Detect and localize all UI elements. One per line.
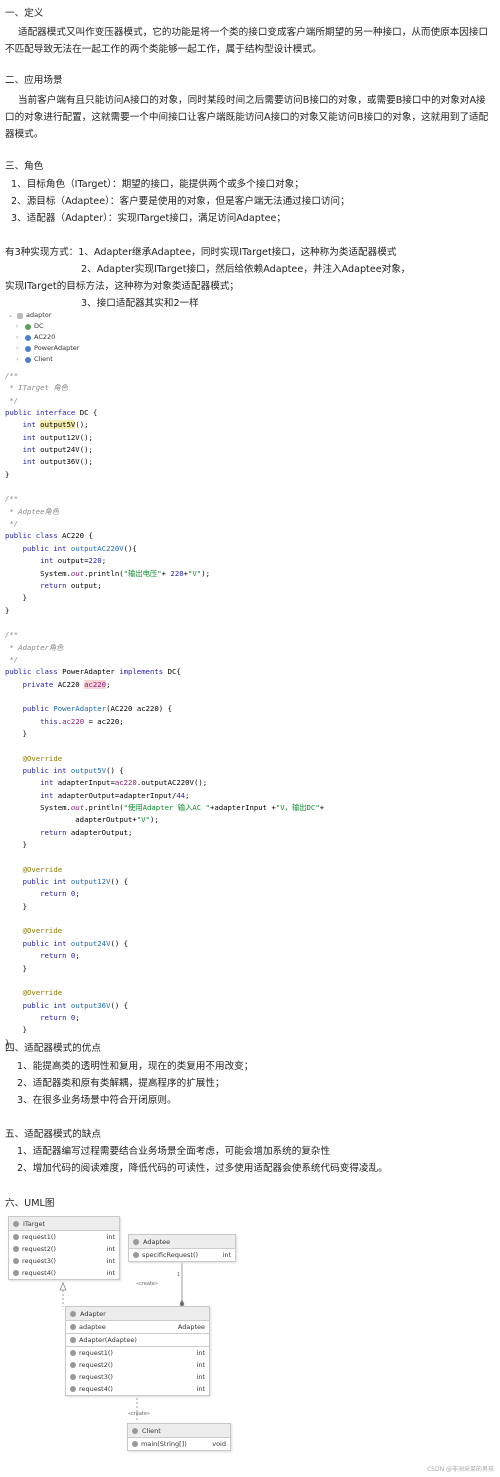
- uml-method: request3() int: [66, 1371, 209, 1383]
- section-1-heading: 一、定义: [5, 8, 44, 19]
- uml-method: request1() int: [9, 1231, 119, 1243]
- uml-method: main(String[]) void: [128, 1438, 230, 1450]
- tree-item-dc[interactable]: › DC: [8, 321, 79, 332]
- uml-class-adaptee[interactable]: Adaptee specificRequest() int: [128, 1234, 236, 1262]
- interface-icon: [25, 323, 31, 330]
- uml-class-adapter[interactable]: Adapter adaptee Adaptee Adapter(Adaptee) …: [65, 1306, 210, 1396]
- chevron-right-icon: ›: [16, 334, 19, 341]
- uml-method: request2() int: [66, 1359, 209, 1371]
- class-icon: [25, 345, 31, 352]
- interface-icon: [13, 1220, 19, 1227]
- section-3-heading: 三、角色: [5, 161, 44, 172]
- con-item: 2、增加代码的阅读难度，降低代码的可读性，过多使用适配器会使系统代码变得凌乱。: [17, 1163, 388, 1174]
- uml-method: request4() int: [9, 1267, 119, 1279]
- method-icon: [133, 1252, 139, 1258]
- method-icon: [13, 1234, 19, 1240]
- uml-field: adaptee Adaptee: [66, 1321, 209, 1333]
- method-icon: [70, 1337, 76, 1343]
- con-item: 1、适配器编写过程需要结合业务场景全面考虑，可能会增加系统的复杂性: [17, 1146, 331, 1157]
- package-tree: ⌄ adaptor › DC › AC220 › PowerAdapter › …: [8, 310, 79, 365]
- uml-method: specificRequest() int: [129, 1249, 235, 1261]
- section-4-heading: 四、适配器模式的优点: [5, 1043, 101, 1054]
- uml-constructor: Adapter(Adaptee): [66, 1333, 209, 1346]
- role-item: 1、目标角色（ITarget）：期望的接口，能提供两个或多个接口对象；: [11, 179, 304, 190]
- inherit-arrow: [59, 1281, 67, 1291]
- chevron-right-icon: ›: [16, 323, 19, 330]
- create-label: «create»: [136, 1281, 158, 1287]
- multiplicity-label: 1: [177, 1272, 180, 1278]
- method-icon: [70, 1374, 76, 1380]
- method-icon: [70, 1350, 76, 1356]
- tree-item-ac220[interactable]: › AC220: [8, 332, 79, 343]
- role-item: 2、源目标（Adaptee）：客户要是使用的对象，但是客户端无法通过接口访问；: [11, 196, 350, 207]
- class-icon: [25, 356, 31, 363]
- pro-item: 2、适配器类和原有类解耦，提高程序的扩展性；: [17, 1078, 225, 1089]
- impl-line-1: 有3种实现方式：1、Adapter继承Adaptee，同时实现ITarget接口…: [5, 247, 397, 258]
- impl-line-4: 3、接口适配器其实和2一样: [81, 298, 199, 309]
- pro-item: 1、能提高类的透明性和复用，现在的类复用不用改变；: [17, 1061, 254, 1072]
- tree-item-poweradapter[interactable]: › PowerAdapter: [8, 343, 79, 354]
- method-icon: [13, 1270, 19, 1276]
- section-1-paragraph: 适配器模式又叫作变压器模式，它的功能是将一个类的接口变成客户端所期望的另一种接口…: [5, 27, 489, 55]
- package-icon: [17, 312, 23, 319]
- section-5-heading: 五、适配器模式的缺点: [5, 1129, 101, 1140]
- method-icon: [13, 1246, 19, 1252]
- uml-class-client[interactable]: Client main(String[]) void: [127, 1423, 231, 1451]
- method-icon: [70, 1386, 76, 1392]
- uml-method: request2() int: [9, 1243, 119, 1255]
- create-label: «create»: [128, 1411, 150, 1417]
- chevron-down-icon: ⌄: [8, 312, 14, 319]
- code-block: /** * ITarget 角色 */ public interface DC …: [5, 371, 325, 1047]
- section-2-paragraph: 当前客户端有且只能访问A接口的对象，同时某段时间之后需要访问B接口的对象，或需要…: [5, 95, 489, 140]
- class-icon: [132, 1427, 138, 1434]
- field-icon: [70, 1324, 76, 1330]
- uml-method: request3() int: [9, 1255, 119, 1267]
- tree-item-client[interactable]: › Client: [8, 354, 79, 365]
- uml-class-itarget[interactable]: ITarget request1() int request2() int requ…: [8, 1216, 120, 1280]
- method-icon: [13, 1258, 19, 1264]
- uml-method: request1() int: [66, 1346, 209, 1359]
- chevron-right-icon: ›: [16, 356, 19, 363]
- class-icon: [25, 334, 31, 341]
- watermark: CSDN @非洲采菜的男孩: [426, 1466, 494, 1473]
- chevron-right-icon: ›: [16, 345, 19, 352]
- method-icon: [132, 1441, 138, 1447]
- impl-line-3: 实现ITarget的目标方法，这种称为对象类适配器模式；: [5, 281, 239, 292]
- section-2-heading: 二、应用场景: [5, 75, 63, 86]
- pro-item: 3、在很多业务场景中符合开闭原则。: [17, 1095, 177, 1106]
- method-icon: [70, 1362, 76, 1368]
- class-icon: [133, 1238, 139, 1245]
- uml-method: request4() int: [66, 1383, 209, 1395]
- class-icon: [70, 1310, 76, 1317]
- role-item: 3、适配器（Adapter）：实现ITarget接口，满足访问Adaptee；: [11, 213, 286, 224]
- impl-line-2: 2、Adapter实现ITarget接口，然后给依赖Adaptee，并注入Ada…: [81, 264, 411, 275]
- tree-root[interactable]: ⌄ adaptor: [8, 310, 79, 321]
